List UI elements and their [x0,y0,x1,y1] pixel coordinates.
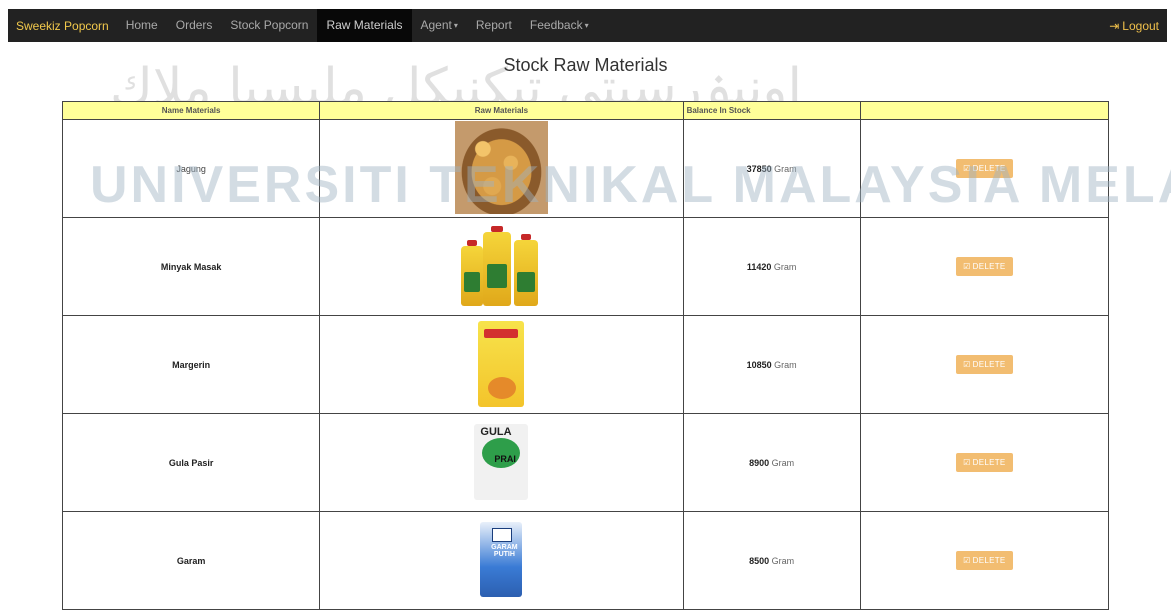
nav-home[interactable]: Home [117,9,167,42]
caret-down-icon: ▾ [584,21,589,31]
table-row: Minyak Masak 11420 Gram ☑ DELETE [61,217,1110,316]
delete-label: DELETE [972,360,1006,369]
table-row: Gula Pasir GULA PRAI 8900 Gram ☑ DELETE [61,413,1110,512]
material-name: Jagung [176,163,206,174]
raw-materials-table: Name Materials Raw Materials Balance In … [61,101,1110,610]
delete-button[interactable]: ☑ DELETE [956,551,1013,570]
sugar-pack-brand: PRAI [494,453,516,464]
balance-unit: Gram [773,261,797,272]
balance-value: 37850 [746,163,772,174]
material-name: Margerin [172,359,211,370]
material-name: Minyak Masak [160,261,222,272]
salt-image: GARAM PUTIH [480,522,523,597]
sugar-pack-text: GULA [480,425,512,438]
nav-feedback-dropdown[interactable]: Feedback ▾ [521,9,598,42]
cooking-oil-image [461,225,541,306]
table-row: Garam GARAM PUTIH 8500 Gram ☑ DELETE [61,511,1110,610]
balance-unit: Gram [771,555,795,566]
balance-value: 8500 [749,555,770,566]
nav-stock-popcorn[interactable]: Stock Popcorn [221,9,317,42]
nav-feedback-label: Feedback [529,17,583,32]
balance-value: 11420 [746,261,772,272]
delete-label: DELETE [972,458,1006,467]
edit-square-icon: ☑ [963,556,971,565]
delete-button[interactable]: ☑ DELETE [956,159,1013,178]
table-row: Margerin 10850 Gram ☑ DELETE [61,315,1110,414]
edit-square-icon: ☑ [963,164,971,173]
header-balance: Balance In Stock [682,101,861,120]
balance-value: 8900 [749,457,770,468]
page-title: Stock Raw Materials [503,55,668,75]
nav-raw-materials[interactable]: Raw Materials [317,9,412,42]
balance-value: 10850 [746,359,772,370]
nav-report[interactable]: Report [467,9,521,42]
margarine-image [478,320,525,407]
header-name-materials: Name Materials [61,101,321,120]
corn-kernels-image [454,121,548,214]
delete-label: DELETE [972,164,1006,173]
delete-button[interactable]: ☑ DELETE [956,453,1013,472]
edit-square-icon: ☑ [963,262,971,271]
table-header-row: Name Materials Raw Materials Balance In … [61,101,1110,120]
sugar-image: GULA PRAI [474,423,529,500]
brand-link[interactable]: Sweekiz Popcorn [8,19,117,33]
nav-orders[interactable]: Orders [167,9,222,42]
logout-link[interactable]: ⇥ Logout [1109,19,1167,33]
logout-icon: ⇥ [1109,18,1120,33]
header-action [859,101,1110,120]
nav-agent-dropdown[interactable]: Agent ▾ [412,9,467,42]
delete-button[interactable]: ☑ DELETE [956,257,1013,276]
top-navbar: Sweekiz Popcorn Home Orders Stock Popcor… [8,9,1167,42]
delete-label: DELETE [972,556,1006,565]
edit-square-icon: ☑ [963,360,971,369]
header-raw-materials: Raw Materials [319,101,684,120]
delete-label: DELETE [972,262,1006,271]
balance-unit: Gram [771,457,795,468]
material-name: Garam [176,555,206,566]
delete-button[interactable]: ☑ DELETE [956,355,1013,374]
nav-agent-label: Agent [420,17,452,32]
table-row: Jagung 37850 Gram ☑ DELETE [61,119,1110,218]
logout-label: Logout [1122,18,1159,33]
salt-pack-text: GARAM PUTIH [491,544,518,558]
balance-unit: Gram [774,359,797,370]
edit-square-icon: ☑ [963,458,971,467]
balance-unit: Gram [774,163,797,174]
material-name: Gula Pasir [168,457,214,468]
caret-down-icon: ▾ [453,21,458,31]
